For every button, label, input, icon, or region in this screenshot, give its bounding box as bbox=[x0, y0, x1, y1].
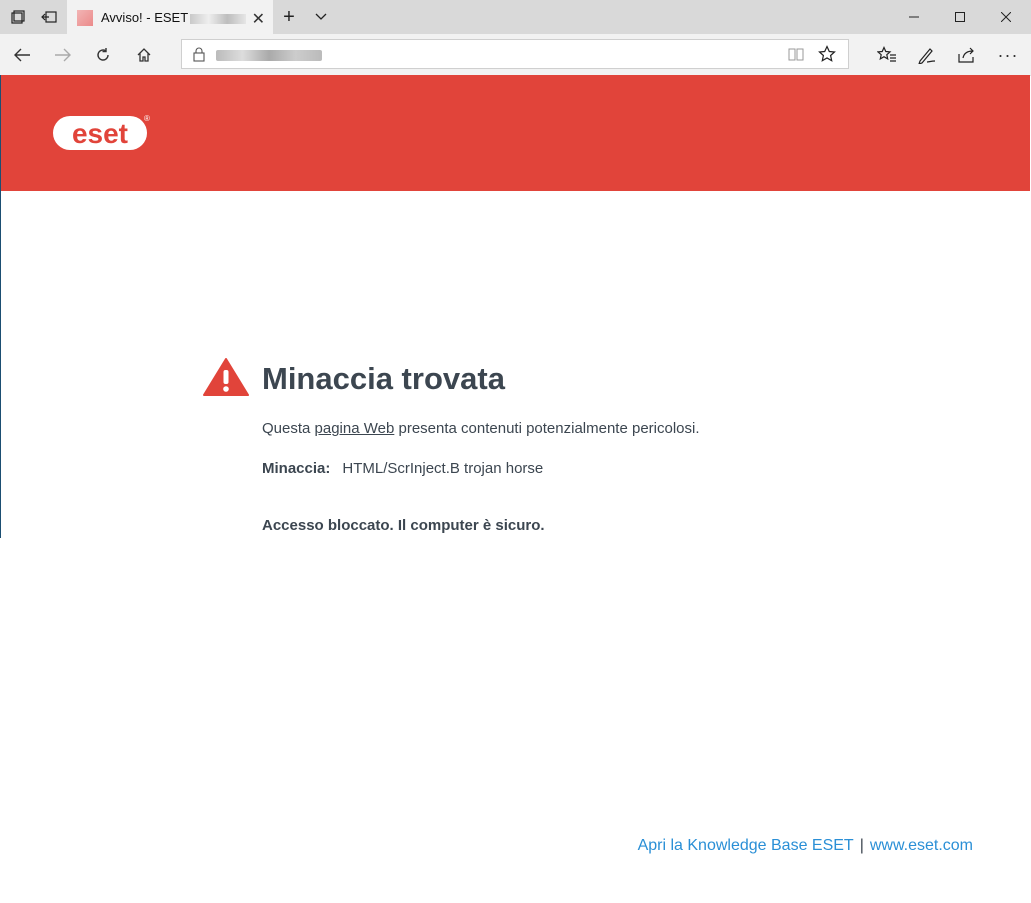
description-suffix: presenta contenuti potenzialmente perico… bbox=[394, 420, 700, 437]
footer-links: Apri la Knowledge Base ESET | www.eset.com bbox=[638, 837, 973, 855]
threat-description: Questa pagina Web presenta contenuti pot… bbox=[262, 420, 700, 437]
main-content: Minaccia trovata Questa pagina Web prese… bbox=[0, 191, 1030, 538]
tab-manager-icon[interactable] bbox=[9, 8, 27, 26]
chevron-down-icon[interactable] bbox=[312, 8, 330, 26]
footer-separator: | bbox=[859, 837, 864, 854]
threat-row: Minaccia: HTML/ScrInject.B trojan horse bbox=[262, 460, 543, 477]
pen-notes-icon[interactable] bbox=[916, 44, 938, 66]
threat-value: HTML/ScrInject.B trojan horse bbox=[342, 460, 544, 477]
more-options-icon[interactable]: ··· bbox=[997, 44, 1019, 66]
address-bar[interactable] bbox=[181, 39, 849, 69]
tab-active[interactable]: Avviso! - ESET ✕ bbox=[67, 0, 273, 35]
access-blocked-message: Accesso bloccato. Il computer è sicuro. bbox=[262, 517, 545, 534]
maximize-button[interactable] bbox=[937, 0, 983, 34]
reading-view-icon[interactable] bbox=[788, 47, 804, 61]
address-url-blurred bbox=[216, 50, 322, 61]
eset-header-banner: eset ® bbox=[0, 75, 1030, 191]
svg-text:eset: eset bbox=[72, 118, 128, 149]
nav-bar: ··· bbox=[0, 34, 1031, 76]
forward-arrow-icon[interactable] bbox=[52, 44, 74, 66]
share-icon[interactable] bbox=[956, 44, 978, 66]
site-favicon-icon bbox=[77, 9, 93, 26]
new-tab-icon[interactable]: + bbox=[280, 6, 298, 28]
tab-title: Avviso! - ESET bbox=[101, 10, 189, 25]
warning-triangle-icon bbox=[203, 358, 249, 396]
page-title: Minaccia trovata bbox=[262, 361, 505, 396]
back-arrow-icon[interactable] bbox=[11, 44, 33, 66]
title-bar: Avviso! - ESET ✕ + bbox=[0, 0, 1031, 35]
threat-label: Minaccia: bbox=[262, 460, 331, 477]
close-tab-icon[interactable]: ✕ bbox=[252, 9, 265, 29]
description-prefix: Questa bbox=[262, 420, 315, 437]
home-icon[interactable] bbox=[133, 44, 155, 66]
lock-icon bbox=[193, 47, 205, 62]
favorites-hub-icon[interactable] bbox=[876, 44, 898, 66]
set-aside-tabs-icon[interactable] bbox=[40, 8, 58, 26]
eset-logo: eset ® bbox=[53, 115, 150, 150]
eset-site-link[interactable]: www.eset.com bbox=[870, 837, 973, 854]
refresh-icon[interactable] bbox=[92, 44, 114, 66]
svg-text:®: ® bbox=[144, 115, 150, 123]
close-window-button[interactable] bbox=[983, 0, 1029, 34]
web-page-link[interactable]: pagina Web bbox=[315, 420, 395, 437]
favorite-star-icon[interactable] bbox=[818, 45, 836, 63]
tab-title-blurred bbox=[190, 13, 247, 24]
minimize-button[interactable] bbox=[891, 0, 937, 34]
knowledge-base-link[interactable]: Apri la Knowledge Base ESET bbox=[638, 837, 854, 854]
